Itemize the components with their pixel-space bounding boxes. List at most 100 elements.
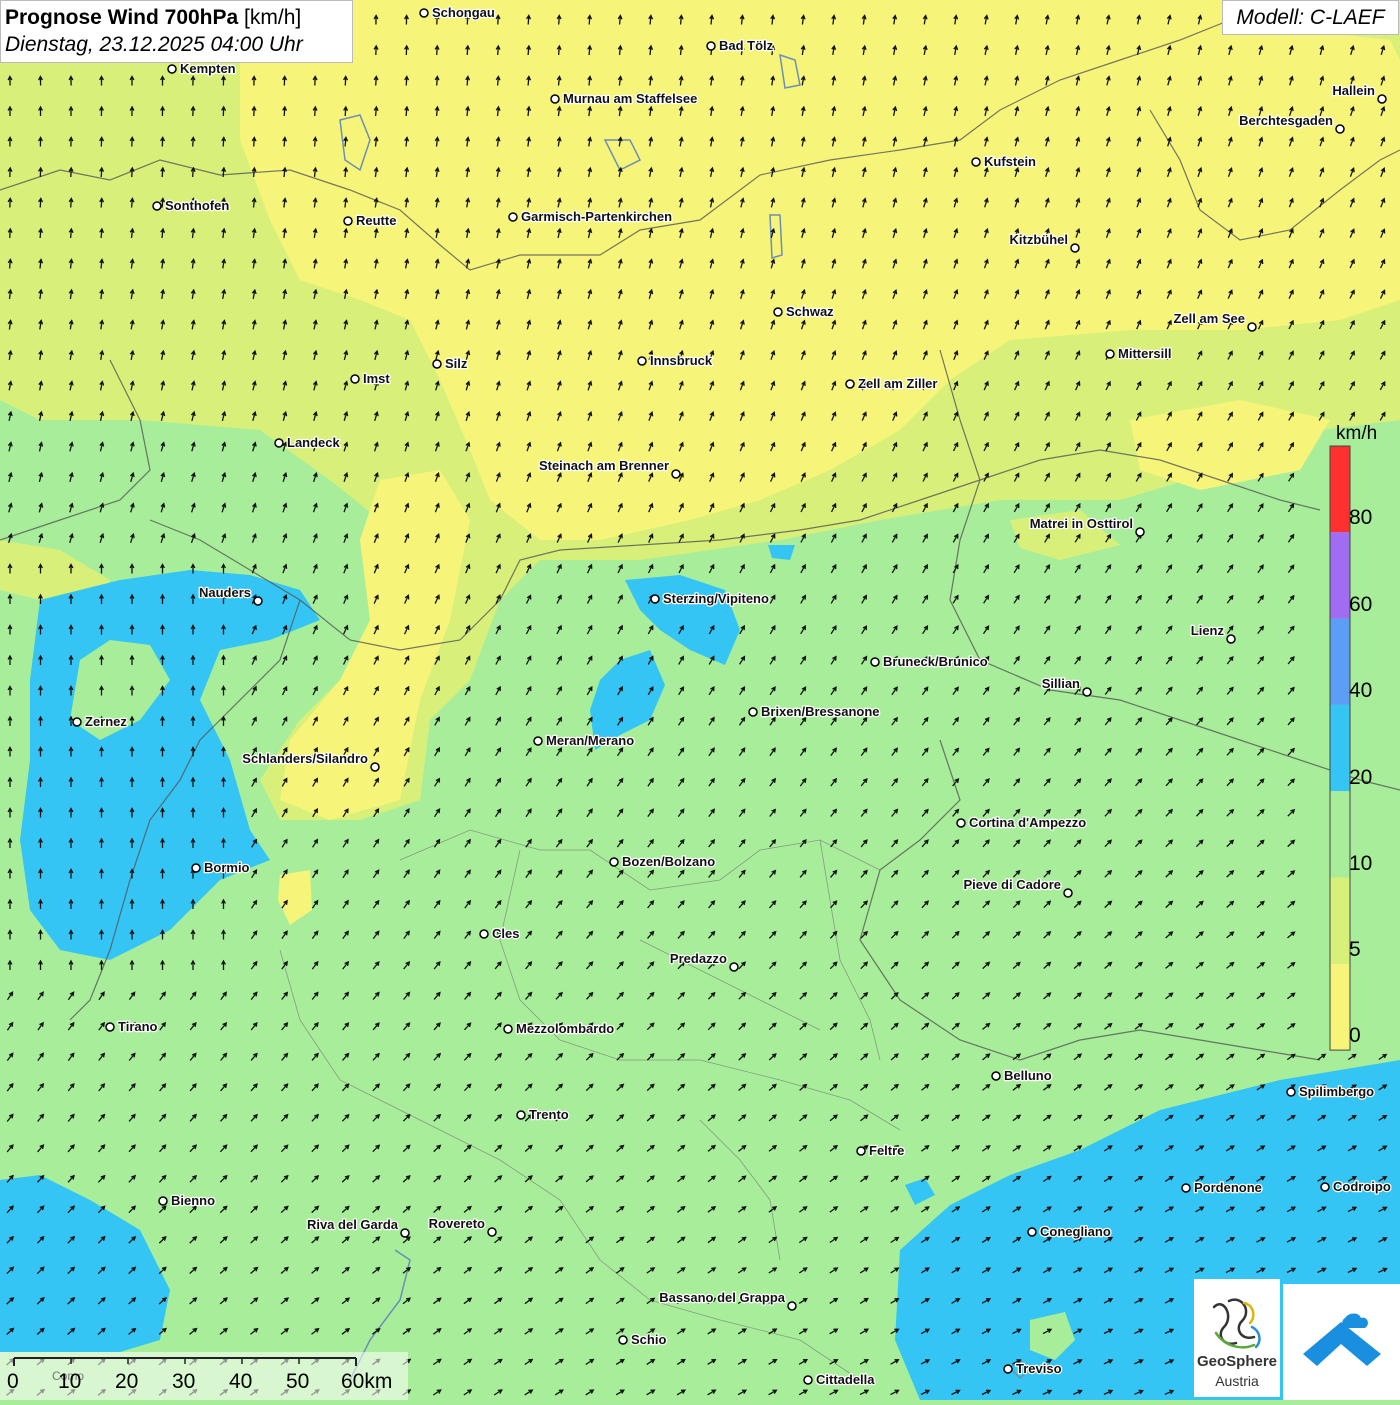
city-label: Spilimbergo	[1299, 1084, 1374, 1099]
city-label: Sonthofen	[165, 198, 229, 213]
logo-line2: Austria	[1215, 1373, 1259, 1389]
title-main: Prognose Wind 700hPa	[5, 6, 239, 29]
city-marker-icon	[1320, 1182, 1330, 1192]
city-label: Sterzing/Vipiteno	[663, 591, 769, 606]
city-marker-icon	[350, 374, 360, 384]
city-label: Reutte	[356, 213, 396, 228]
city-marker-icon	[971, 157, 981, 167]
city-schongau[interactable]: Schongau	[419, 4, 496, 21]
city-pordenone[interactable]: Pordenone	[1181, 1179, 1263, 1196]
city-marker-icon	[152, 201, 162, 211]
city-marker-icon	[1027, 1227, 1037, 1237]
city-bruneck-brunico[interactable]: Bruneck/Brunico	[870, 653, 989, 670]
city-marker-icon	[748, 707, 758, 717]
city-label: Cittadella	[816, 1372, 875, 1387]
city-label: Kitzbühel	[1010, 232, 1069, 247]
city-innsbruck[interactable]: Innsbruck	[637, 352, 714, 369]
city-label: Bad Tölz	[719, 38, 774, 53]
city-cortina-d-ampezzo[interactable]: Cortina d'Ampezzo	[956, 814, 1088, 831]
city-label: Zernez	[85, 714, 127, 729]
city-label: Nauders	[199, 585, 251, 600]
scale-label-60km: 60km	[341, 1370, 393, 1393]
mountain-cloud-icon	[1303, 1313, 1381, 1366]
city-sonthofen[interactable]: Sonthofen	[152, 197, 231, 214]
city-marker-icon	[1377, 94, 1387, 104]
scale-label-10: 10	[58, 1370, 82, 1393]
city-label: Pordenone	[1194, 1180, 1262, 1195]
city-label: Conegliano	[1040, 1224, 1111, 1239]
city-meran-merano[interactable]: Meran/Merano	[533, 732, 635, 749]
legend-label-0: 0	[1349, 1024, 1361, 1047]
city-label: Sillian	[1042, 676, 1080, 691]
city-marker-icon	[432, 359, 442, 369]
scale-label-0: 0	[7, 1370, 19, 1393]
city-spilimbergo[interactable]: Spilimbergo	[1286, 1083, 1375, 1100]
city-label: Brixen/Bressanone	[761, 704, 880, 719]
city-label: Kempten	[180, 61, 236, 76]
city-marker-icon	[1226, 634, 1236, 644]
legend-color-bar	[1329, 445, 1351, 1051]
city-label: Belluno	[1004, 1068, 1052, 1083]
city-marker-icon	[650, 594, 660, 604]
city-sterzing-vipiteno[interactable]: Sterzing/Vipiteno	[650, 590, 770, 607]
logo-line1: GeoSphere	[1196, 1353, 1278, 1370]
city-marker-icon	[1247, 322, 1257, 332]
city-label: Codroipo	[1333, 1179, 1391, 1194]
city-label: Zell am Ziller	[858, 376, 937, 391]
city-label: Riva del Garda	[307, 1217, 399, 1232]
mountain-cloud-logo[interactable]	[1283, 1284, 1400, 1400]
city-label: Predazzo	[670, 951, 727, 966]
city-label: Innsbruck	[650, 353, 713, 368]
city-label: Murnau am Staffelsee	[563, 91, 697, 106]
city-bozen-bolzano[interactable]: Bozen/Bolzano	[609, 853, 716, 870]
city-label: Bozen/Bolzano	[622, 854, 715, 869]
legend-swatch	[1330, 446, 1350, 533]
city-label: Cles	[492, 926, 519, 941]
scale-label-40: 40	[229, 1370, 253, 1393]
legend-swatch	[1330, 532, 1350, 619]
city-label: Landeck	[287, 435, 341, 450]
city-label: Meran/Merano	[546, 733, 634, 748]
city-marker-icon	[870, 657, 880, 667]
city-marker-icon	[516, 1110, 526, 1120]
city-label: Bienno	[171, 1193, 215, 1208]
city-marker-icon	[1063, 888, 1073, 898]
city-mezzolombardo[interactable]: Mezzolombardo	[503, 1020, 616, 1037]
legend-label-80: 80	[1349, 506, 1373, 529]
city-marker-icon	[274, 438, 284, 448]
city-label: Bassano del Grappa	[659, 1290, 785, 1305]
title-unit: [km/h]	[244, 6, 302, 29]
city-label: Mezzolombardo	[516, 1021, 614, 1036]
legend-swatch	[1330, 963, 1350, 1051]
city-marker-icon	[419, 8, 429, 18]
city-label: Lienz	[1191, 623, 1225, 638]
legend-label-20: 20	[1349, 766, 1373, 789]
legend-swatch	[1330, 704, 1350, 792]
city-label: Schlanders/Silandro	[242, 751, 368, 766]
city-marker-icon	[1082, 687, 1092, 697]
city-murnau-am-staffelsee[interactable]: Murnau am Staffelsee	[550, 90, 699, 107]
city-marker-icon	[671, 469, 681, 479]
city-label: Tirano	[118, 1019, 158, 1034]
city-label: Kufstein	[984, 154, 1036, 169]
city-marker-icon	[167, 64, 177, 74]
city-label: Schio	[631, 1332, 666, 1347]
city-marker-icon	[773, 307, 783, 317]
city-zell-am-ziller[interactable]: Zell am Ziller	[845, 375, 939, 392]
city-marker-icon	[105, 1022, 115, 1032]
city-garmisch-partenkirchen[interactable]: Garmisch-Partenkirchen	[508, 208, 673, 225]
city-marker-icon	[706, 41, 716, 51]
city-label: Pieve di Cadore	[963, 877, 1061, 892]
city-label: Matrei in Osttirol	[1030, 516, 1133, 531]
city-marker-icon	[803, 1375, 813, 1385]
city-marker-icon	[618, 1335, 628, 1345]
model-label: Modell: C-LAEF	[1222, 0, 1399, 35]
city-brixen-bressanone[interactable]: Brixen/Bressanone	[748, 703, 881, 720]
city-label: Cortina d'Ampezzo	[969, 815, 1086, 830]
city-label: Garmisch-Partenkirchen	[521, 209, 672, 224]
legend-unit: km/h	[1336, 423, 1378, 444]
geosphere-logo[interactable]: GeoSphere Austria	[1194, 1279, 1280, 1397]
legend-swatch	[1330, 791, 1350, 878]
city-label: Hallein	[1332, 83, 1375, 98]
city-conegliano[interactable]: Conegliano	[1027, 1223, 1112, 1240]
